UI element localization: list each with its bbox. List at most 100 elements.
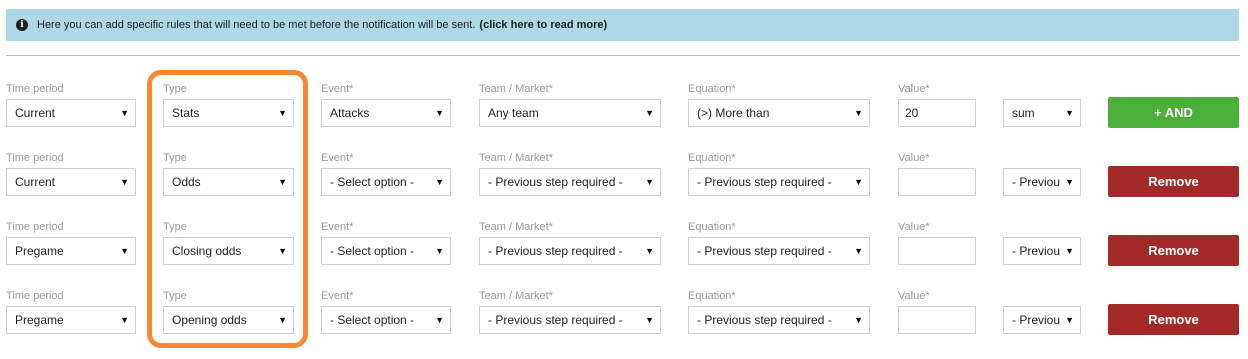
caret-down-icon: ▼ [645, 177, 654, 187]
divider [6, 55, 1240, 56]
caret-down-icon: ▼ [435, 177, 444, 187]
type-select[interactable]: Opening odds ▼ [163, 306, 294, 334]
value-input[interactable]: 20 [898, 99, 976, 127]
info-text: Here you can add specific rules that wil… [37, 19, 476, 31]
remove-button[interactable]: Remove [1108, 235, 1239, 266]
caret-down-icon: ▼ [1065, 246, 1074, 256]
type-select[interactable]: Closing odds ▼ [163, 237, 294, 265]
caret-down-icon: ▼ [854, 315, 863, 325]
info-icon: i [16, 19, 28, 31]
equation-select[interactable]: - Previous step required - ▼ [688, 306, 870, 334]
event-value: Attacks [330, 106, 370, 120]
aggregate-select[interactable]: sum ▼ [1003, 99, 1081, 127]
caret-down-icon: ▼ [435, 315, 444, 325]
caret-down-icon: ▼ [120, 315, 129, 325]
aggregate-select[interactable]: - Previou ▼ [1003, 306, 1081, 334]
caret-down-icon: ▼ [435, 246, 444, 256]
event-label: Event* [321, 221, 354, 233]
caret-down-icon: ▼ [645, 108, 654, 118]
equation-select[interactable]: - Previous step required - ▼ [688, 168, 870, 196]
team-market-select[interactable]: Any team ▼ [479, 99, 661, 127]
team-market-label: Team / Market* [479, 221, 553, 233]
aggregate-value: - Previou [1012, 244, 1061, 258]
value-label: Value* [898, 290, 930, 302]
time-period-label: Time period [6, 290, 64, 302]
team-market-value: - Previous step required - [488, 313, 623, 327]
equation-value: - Previous step required - [697, 313, 832, 327]
time-period-select[interactable]: Pregame ▼ [6, 306, 136, 334]
value-label: Value* [898, 83, 930, 95]
team-market-label: Team / Market* [479, 83, 553, 95]
caret-down-icon: ▼ [120, 177, 129, 187]
aggregate-value: - Previou [1012, 175, 1061, 189]
caret-down-icon: ▼ [1065, 108, 1074, 118]
time-period-value: Pregame [15, 313, 64, 327]
caret-down-icon: ▼ [854, 177, 863, 187]
team-market-select[interactable]: - Previous step required - ▼ [479, 168, 661, 196]
team-market-value: Any team [488, 106, 539, 120]
value-input[interactable] [898, 306, 976, 334]
time-period-label: Time period [6, 152, 64, 164]
caret-down-icon: ▼ [645, 315, 654, 325]
remove-button[interactable]: Remove [1108, 304, 1239, 335]
caret-down-icon: ▼ [278, 177, 287, 187]
value-input[interactable] [898, 237, 976, 265]
type-label: Type [163, 290, 187, 302]
caret-down-icon: ▼ [854, 246, 863, 256]
value-label: Value* [898, 152, 930, 164]
type-select[interactable]: Odds ▼ [163, 168, 294, 196]
event-label: Event* [321, 290, 354, 302]
equation-label: Equation* [688, 152, 736, 164]
time-period-select[interactable]: Current ▼ [6, 99, 136, 127]
time-period-label: Time period [6, 83, 64, 95]
caret-down-icon: ▼ [278, 108, 287, 118]
event-select[interactable]: Attacks ▼ [321, 99, 451, 127]
team-market-value: - Previous step required - [488, 175, 623, 189]
remove-button[interactable]: Remove [1108, 166, 1239, 197]
event-select[interactable]: - Select option - ▼ [321, 168, 451, 196]
time-period-select[interactable]: Current ▼ [6, 168, 136, 196]
caret-down-icon: ▼ [645, 246, 654, 256]
equation-value: (>) More than [697, 106, 770, 120]
event-select[interactable]: - Select option - ▼ [321, 237, 451, 265]
event-label: Event* [321, 152, 354, 164]
type-select[interactable]: Stats ▼ [163, 99, 294, 127]
team-market-select[interactable]: - Previous step required - ▼ [479, 237, 661, 265]
aggregate-select[interactable]: - Previou ▼ [1003, 168, 1081, 196]
type-value: Opening odds [172, 313, 247, 327]
time-period-value: Current [15, 106, 56, 120]
type-value: Stats [172, 106, 200, 120]
time-period-value: Current [15, 175, 56, 189]
team-market-label: Team / Market* [479, 152, 553, 164]
event-label: Event* [321, 83, 354, 95]
type-value: Odds [172, 175, 201, 189]
value-input[interactable] [898, 168, 976, 196]
time-period-label: Time period [6, 221, 64, 233]
equation-label: Equation* [688, 83, 736, 95]
caret-down-icon: ▼ [1065, 177, 1074, 187]
type-label: Type [163, 152, 187, 164]
caret-down-icon: ▼ [278, 246, 287, 256]
aggregate-value: sum [1012, 106, 1035, 120]
equation-label: Equation* [688, 221, 736, 233]
caret-down-icon: ▼ [120, 108, 129, 118]
time-period-select[interactable]: Pregame ▼ [6, 237, 136, 265]
time-period-value: Pregame [15, 244, 64, 258]
caret-down-icon: ▼ [278, 315, 287, 325]
team-market-value: - Previous step required - [488, 244, 623, 258]
team-market-select[interactable]: - Previous step required - ▼ [479, 306, 661, 334]
equation-select[interactable]: - Previous step required - ▼ [688, 237, 870, 265]
event-select[interactable]: - Select option - ▼ [321, 306, 451, 334]
type-label: Type [163, 221, 187, 233]
read-more-link[interactable]: (click here to read more) [479, 19, 607, 31]
add-and-button[interactable]: + AND [1108, 97, 1239, 128]
value-value: 20 [905, 106, 919, 120]
value-label: Value* [898, 221, 930, 233]
equation-select[interactable]: (>) More than ▼ [688, 99, 870, 127]
type-label: Type [163, 83, 187, 95]
event-value: - Select option - [330, 175, 415, 189]
equation-value: - Previous step required - [697, 175, 832, 189]
event-value: - Select option - [330, 313, 415, 327]
equation-value: - Previous step required - [697, 244, 832, 258]
aggregate-select[interactable]: - Previou ▼ [1003, 237, 1081, 265]
